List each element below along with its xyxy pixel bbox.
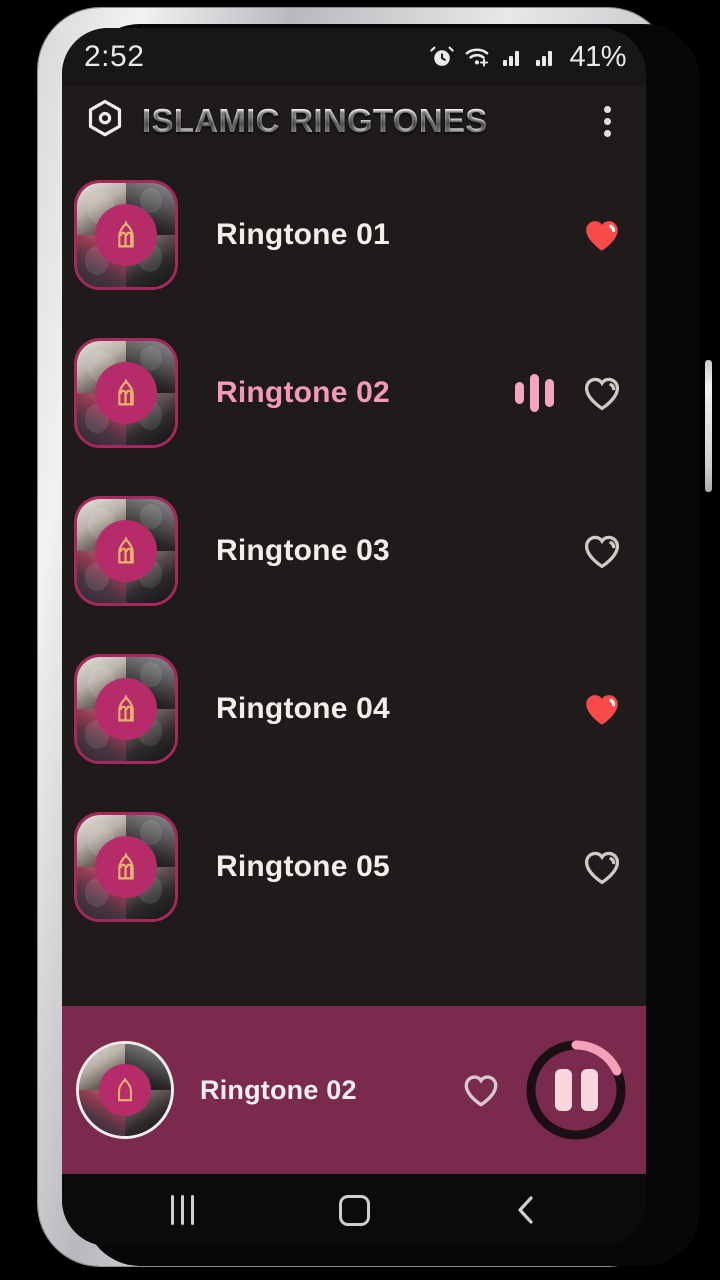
- ringtone-title: Ringtone 05: [216, 850, 390, 883]
- page-title: ISLAMIC RINGTONES: [142, 102, 574, 140]
- favorite-button[interactable]: [580, 845, 624, 889]
- ringtone-row-actions: [580, 687, 624, 731]
- mosque-icon: [95, 204, 157, 266]
- mosque-icon: [99, 1064, 151, 1116]
- ringtone-row-actions: [580, 529, 624, 573]
- ringtone-title: Ringtone 01: [216, 218, 390, 251]
- ringtone-row[interactable]: Ringtone 01: [62, 156, 646, 314]
- ringtone-row-actions: [580, 845, 624, 889]
- status-bar: 2:52 41%: [62, 28, 646, 86]
- favorite-button[interactable]: [580, 371, 624, 415]
- status-time: 2:52: [84, 40, 145, 73]
- ringtone-title: Ringtone 04: [216, 692, 390, 725]
- ringtone-artwork: [74, 654, 178, 764]
- signal-sim2-icon: [534, 45, 558, 69]
- ringtone-artwork: [74, 496, 178, 606]
- ringtone-list[interactable]: Ringtone 01 Ringtone 02 Ringtone 03 Rington…: [62, 156, 646, 1006]
- favorite-button[interactable]: [580, 529, 624, 573]
- ringtone-row[interactable]: Ringtone 03: [62, 472, 646, 630]
- ringtone-row[interactable]: Ringtone 02: [62, 314, 646, 472]
- ringtone-row[interactable]: Ringtone 05: [62, 788, 646, 946]
- mosque-icon: [95, 678, 157, 740]
- screenshot-stage: 2:52 41% ISLAMIC RINGTONES Ringtone 01 R…: [0, 0, 720, 1280]
- app-header: ISLAMIC RINGTONES: [62, 86, 646, 156]
- player-track-title: Ringtone 02: [200, 1074, 357, 1105]
- alarm-icon: [429, 44, 455, 70]
- overflow-dot: [603, 105, 611, 113]
- overflow-dot: [603, 117, 611, 125]
- mosque-icon: [95, 362, 157, 424]
- equalizer-icon: [515, 373, 554, 413]
- signal-sim1-icon: [501, 45, 525, 69]
- wifi-icon: [464, 45, 492, 69]
- status-icons: 41%: [429, 41, 626, 74]
- back-icon[interactable]: [488, 1184, 564, 1236]
- mosque-icon: [95, 520, 157, 582]
- ringtone-artwork: [74, 338, 178, 448]
- home-icon[interactable]: [316, 1184, 392, 1236]
- ringtone-row[interactable]: Ringtone 04: [62, 630, 646, 788]
- ringtone-title: Ringtone 03: [216, 534, 390, 567]
- ringtone-title: Ringtone 02: [216, 376, 390, 409]
- overflow-dot: [603, 129, 611, 137]
- system-nav-bar: [62, 1174, 646, 1246]
- ringtone-artwork: [74, 812, 178, 922]
- pause-icon[interactable]: [524, 1038, 628, 1142]
- battery-percent-label: 41%: [569, 40, 626, 73]
- overflow-menu-icon[interactable]: [590, 99, 624, 143]
- power-button[interactable]: [705, 360, 712, 492]
- mini-player-bar[interactable]: Ringtone 02: [62, 1006, 646, 1174]
- ringtone-artwork: [74, 180, 178, 290]
- ringtone-row-actions: [580, 213, 624, 257]
- ringtone-row-actions: [515, 371, 624, 415]
- recents-icon[interactable]: [144, 1184, 220, 1236]
- favorite-button[interactable]: [580, 213, 624, 257]
- favorite-button[interactable]: [580, 687, 624, 731]
- phone-screen: 2:52 41% ISLAMIC RINGTONES Ringtone 01 R…: [62, 28, 646, 1246]
- player-artwork: [76, 1041, 174, 1139]
- player-favorite-button[interactable]: [456, 1065, 506, 1115]
- hexagon-logo-icon: [84, 98, 126, 145]
- pause-bars: [554, 1069, 598, 1111]
- mosque-icon: [95, 836, 157, 898]
